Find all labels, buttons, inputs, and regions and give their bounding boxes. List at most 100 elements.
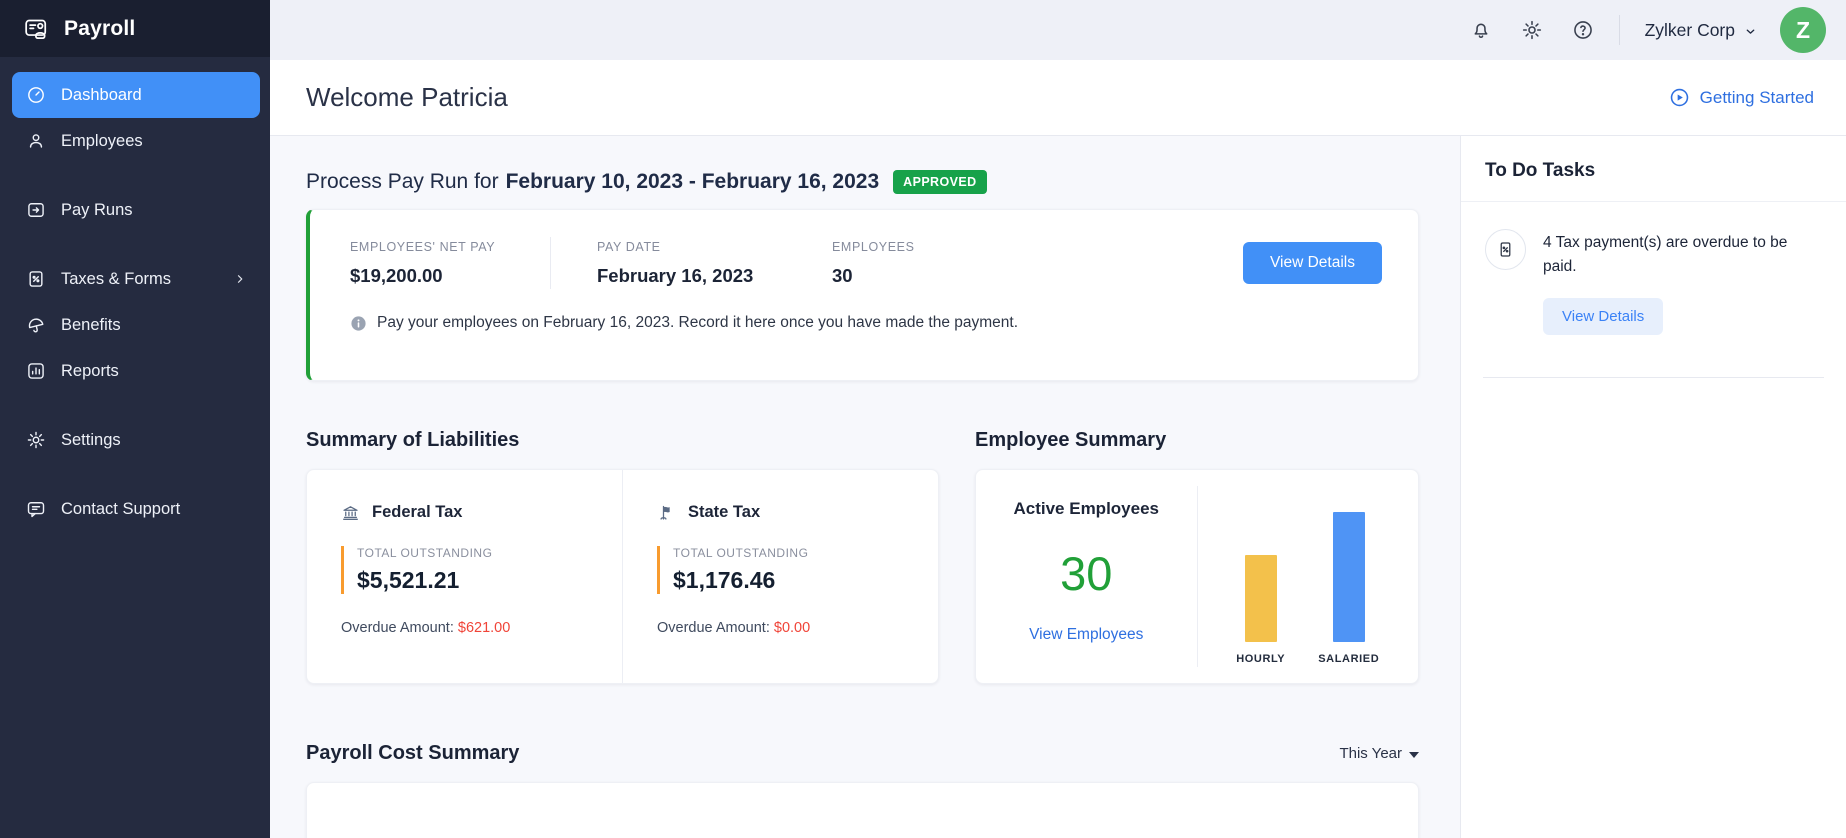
- page-title: Welcome Patricia: [306, 82, 508, 113]
- stat-value: February 16, 2023: [597, 265, 832, 287]
- stat-net-pay: EMPLOYEES' NET PAY $19,200.00: [350, 240, 550, 287]
- payroll-cost-heading: Payroll Cost Summary: [306, 742, 519, 765]
- panel-divider: [1483, 377, 1824, 378]
- app-title: Payroll: [64, 17, 135, 41]
- pay-runs-icon: [26, 200, 46, 220]
- contact-support-icon: [26, 499, 46, 519]
- sidebar-item-label: Benefits: [61, 316, 121, 335]
- org-name: Zylker Corp: [1645, 20, 1735, 41]
- view-employees-link[interactable]: View Employees: [1029, 626, 1143, 644]
- stat-divider: [550, 237, 551, 289]
- sidebar-item-dashboard[interactable]: Dashboard: [12, 72, 260, 118]
- stat-pay-date: PAY DATE February 16, 2023: [597, 240, 832, 287]
- todo-view-details-button[interactable]: View Details: [1543, 298, 1663, 335]
- bank-icon: [341, 503, 360, 522]
- overdue-label: Overdue Amount:: [341, 620, 454, 636]
- chevron-down-icon: [1744, 25, 1757, 38]
- overdue-value: $0.00: [774, 620, 810, 636]
- nav-spacer: [12, 463, 260, 486]
- sidebar-item-reports[interactable]: Reports: [12, 348, 260, 394]
- sidebar-item-taxes-forms[interactable]: Taxes & Forms: [12, 256, 260, 302]
- active-employees-count: 30: [1060, 550, 1112, 597]
- dashboard-icon: [26, 85, 46, 105]
- taxes-forms-icon: [26, 269, 46, 289]
- outstanding-label: TOTAL OUTSTANDING: [357, 546, 598, 560]
- employee-summary-card: Active Employees 30 View Employees HOURL…: [975, 469, 1419, 684]
- stat-label: PAY DATE: [597, 240, 832, 254]
- stat-label: EMPLOYEES: [832, 240, 915, 254]
- getting-started-link[interactable]: Getting Started: [1669, 87, 1814, 108]
- sidebar-item-label: Settings: [61, 431, 121, 450]
- payrun-title-prefix: Process Pay Run for: [306, 170, 499, 194]
- outstanding-label: TOTAL OUTSTANDING: [673, 546, 914, 560]
- org-switcher[interactable]: Zylker Corp: [1645, 20, 1757, 41]
- payroll-cost-card: [306, 782, 1419, 838]
- bell-icon: [1470, 19, 1492, 41]
- bar-group-salaried: SALARIED: [1318, 512, 1379, 665]
- payrun-period: February 10, 2023 - February 16, 2023: [506, 170, 880, 194]
- overdue-label: Overdue Amount:: [657, 620, 770, 636]
- todo-heading: To Do Tasks: [1461, 136, 1846, 201]
- help-button[interactable]: [1572, 19, 1594, 41]
- sidebar-item-label: Pay Runs: [61, 201, 133, 220]
- bar-hourly: [1245, 555, 1277, 642]
- sidebar-item-pay-runs[interactable]: Pay Runs: [12, 187, 260, 233]
- overdue-value: $621.00: [458, 620, 510, 636]
- stat-value: 30: [832, 265, 915, 287]
- todo-item: 4 Tax payment(s) are overdue to be paid.: [1461, 202, 1846, 279]
- sidebar-item-label: Employees: [61, 132, 143, 151]
- liability-name: State Tax: [688, 503, 760, 522]
- payrun-card: EMPLOYEES' NET PAY $19,200.00 PAY DATE F…: [306, 209, 1419, 381]
- bar-group-hourly: HOURLY: [1236, 555, 1285, 665]
- sidebar-item-label: Taxes & Forms: [61, 270, 171, 289]
- app-logo[interactable]: Payroll: [0, 0, 270, 57]
- todo-panel: To Do Tasks 4 Tax payment(s) are overdue…: [1460, 136, 1846, 838]
- welcome-bar: Welcome Patricia Getting Started: [270, 60, 1846, 136]
- chevron-right-icon: [234, 273, 246, 285]
- range-label: This Year: [1339, 745, 1402, 762]
- liabilities-card: Federal Tax TOTAL OUTSTANDING $5,521.21 …: [306, 469, 939, 684]
- topbar-divider: [1619, 15, 1620, 45]
- payroll-logo-icon: [24, 16, 50, 42]
- bar-label: HOURLY: [1236, 653, 1285, 665]
- sidebar-nav: Dashboard Employees Pay Runs Taxes & For…: [0, 57, 270, 532]
- settings-button[interactable]: [1521, 19, 1543, 41]
- payrun-heading: Process Pay Run for February 10, 2023 - …: [306, 170, 1419, 194]
- nav-spacer: [12, 233, 260, 256]
- status-badge: APPROVED: [893, 170, 986, 194]
- sidebar-item-benefits[interactable]: Benefits: [12, 302, 260, 348]
- sidebar-item-label: Contact Support: [61, 500, 180, 519]
- employee-summary-heading: Employee Summary: [975, 429, 1419, 452]
- stat-value: $19,200.00: [350, 265, 550, 287]
- sidebar: Payroll Dashboard Employees Pay Runs: [0, 0, 270, 838]
- avatar[interactable]: Z: [1780, 7, 1826, 53]
- play-circle-icon: [1669, 87, 1690, 108]
- liability-name: Federal Tax: [372, 503, 462, 522]
- payrun-note: Pay your employees on February 16, 2023.…: [350, 314, 1382, 332]
- view-details-button[interactable]: View Details: [1243, 242, 1382, 284]
- caret-down-icon: [1409, 752, 1419, 758]
- notifications-button[interactable]: [1470, 19, 1492, 41]
- sidebar-item-settings[interactable]: Settings: [12, 417, 260, 463]
- employee-bar-chart: HOURLY SALARIED: [1198, 470, 1419, 683]
- employees-icon: [26, 131, 46, 151]
- sidebar-item-contact-support[interactable]: Contact Support: [12, 486, 260, 532]
- settings-icon: [26, 430, 46, 450]
- outstanding-value: $1,176.46: [673, 567, 914, 594]
- bar-label: SALARIED: [1318, 653, 1379, 665]
- stat-employees: EMPLOYEES 30: [832, 240, 915, 287]
- gear-icon: [1521, 19, 1543, 41]
- getting-started-label: Getting Started: [1700, 88, 1814, 108]
- flag-icon: [657, 503, 676, 522]
- bar-salaried: [1333, 512, 1365, 642]
- liability-federal-tax: Federal Tax TOTAL OUTSTANDING $5,521.21 …: [307, 470, 622, 683]
- reports-icon: [26, 361, 46, 381]
- sidebar-item-employees[interactable]: Employees: [12, 118, 260, 164]
- payrun-note-text: Pay your employees on February 16, 2023.…: [377, 314, 1018, 332]
- nav-spacer: [12, 164, 260, 187]
- main-content: Process Pay Run for February 10, 2023 - …: [270, 136, 1460, 838]
- range-select[interactable]: This Year: [1339, 745, 1419, 762]
- benefits-icon: [26, 315, 46, 335]
- todo-task-text: 4 Tax payment(s) are overdue to be paid.: [1543, 229, 1822, 279]
- outstanding-value: $5,521.21: [357, 567, 598, 594]
